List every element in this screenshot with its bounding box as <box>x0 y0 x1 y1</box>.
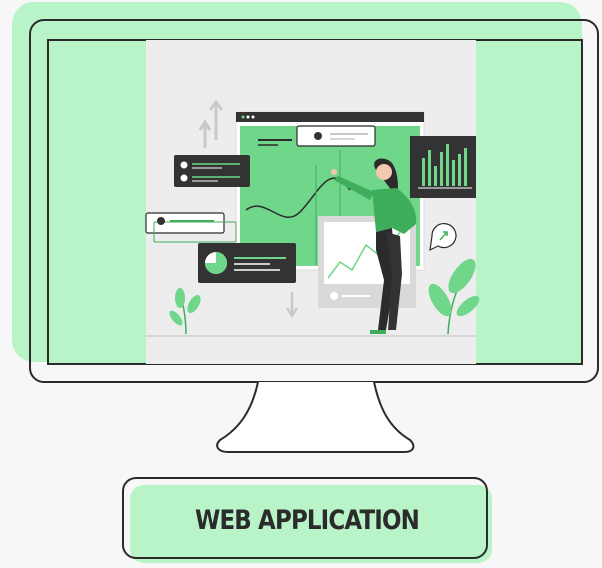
search-bar <box>296 125 376 147</box>
app-label: WEB APPLICATION <box>122 477 492 563</box>
list-card <box>174 155 250 187</box>
app-label-text: WEB APPLICATION <box>194 504 420 536</box>
monitor-stand <box>216 381 415 453</box>
browser-titlebar <box>236 112 424 122</box>
search-dot-icon <box>314 132 322 140</box>
